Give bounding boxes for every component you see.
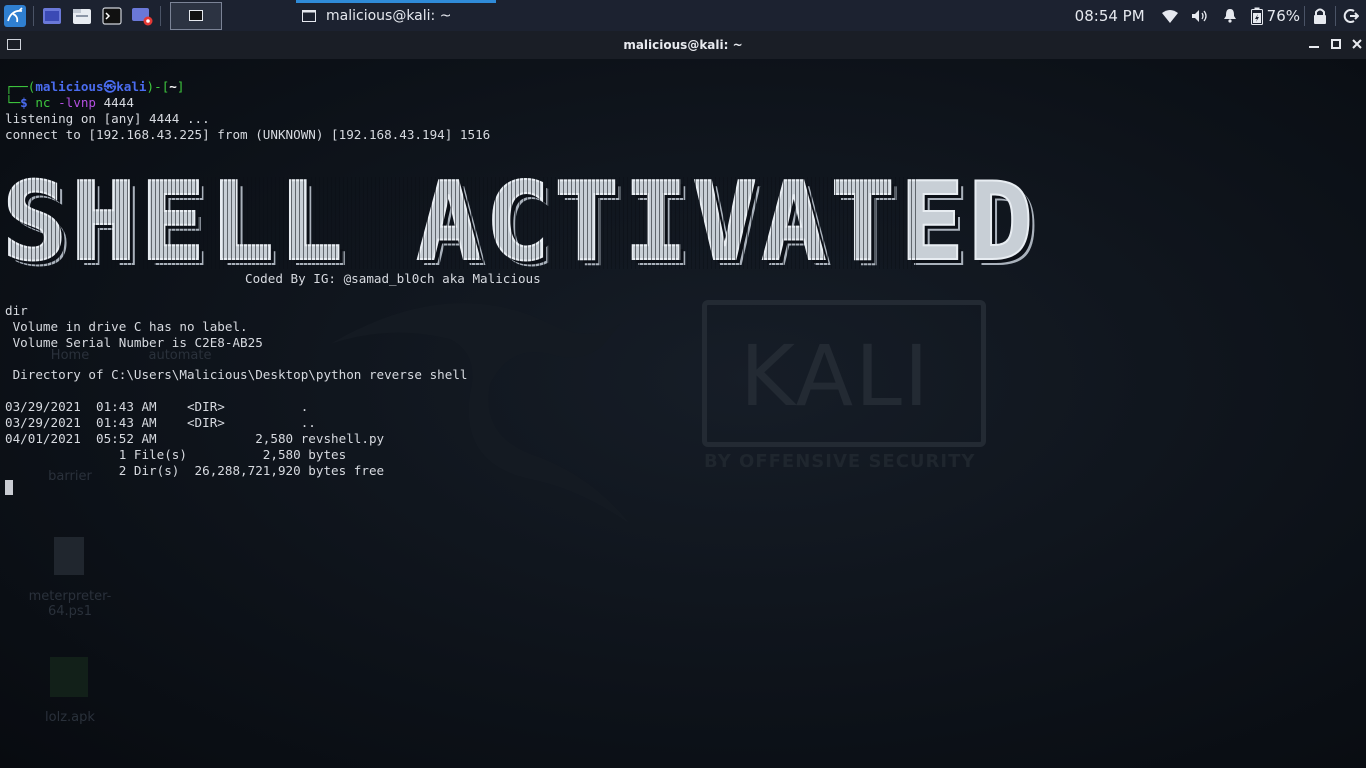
kali-dragon-icon — [4, 4, 26, 27]
output-line: dir — [5, 303, 28, 318]
notifications-indicator[interactable] — [1215, 0, 1245, 31]
kali-wallpaper-brand: KALI — [740, 327, 931, 425]
workspace-switcher[interactable] — [170, 1, 222, 30]
prompt-dir: ~ — [169, 79, 177, 94]
speaker-icon — [1191, 9, 1207, 22]
taskbar-item-label: malicious@kali: ~ — [326, 7, 452, 24]
prompt-open: ┌──( — [5, 79, 36, 94]
panel-separator — [33, 5, 34, 26]
prompt-close: )-[ — [146, 79, 170, 94]
prompt-end: ] — [176, 79, 185, 94]
wifi-icon — [1161, 9, 1178, 23]
close-icon — [1352, 39, 1362, 49]
ascii-banner: SHELL ACTIVATED — [1, 160, 1038, 285]
terminal-window-icon — [302, 9, 316, 22]
output-line: Volume Serial Number is C2E8-AB25 — [5, 335, 263, 350]
taskbar-item-terminal[interactable]: malicious@kali: ~ — [296, 0, 496, 31]
desktop-file-icon — [54, 537, 84, 575]
file-manager-button[interactable] — [67, 0, 97, 31]
command-name: nc — [35, 95, 51, 110]
screen-recorder-button[interactable] — [127, 0, 157, 31]
desktop-icon — [43, 7, 61, 24]
command-flags: -lvnp — [50, 95, 97, 110]
minimize-button[interactable] — [1304, 35, 1324, 55]
output-line: Volume in drive C has no label. — [5, 319, 248, 334]
output-line: 03/29/2021 01:43 AM <DIR> .. — [5, 415, 316, 430]
desktop-apk-icon — [50, 657, 88, 697]
output-line: 1 File(s) 2,580 bytes — [5, 447, 347, 462]
show-desktop-button[interactable] — [37, 0, 67, 31]
terminal-output[interactable]: KALI BY OFFENSIVE SECURITY Home automate… — [0, 59, 1366, 768]
command-line: └─$ nc -lvnp 4444 — [5, 95, 134, 111]
terminal-cursor — [5, 480, 13, 495]
output-line: 04/01/2021 05:52 AM 2,580 revshell.py — [5, 431, 385, 446]
logout-icon — [1343, 8, 1359, 23]
battery-indicator[interactable]: 76% — [1245, 0, 1304, 31]
kali-dragon-watermark-icon — [330, 303, 630, 524]
output-line: connect to [192.168.43.225] from (UNKNOW… — [5, 127, 491, 142]
bell-icon — [1223, 9, 1236, 23]
logout-button[interactable] — [1336, 0, 1366, 31]
coded-by-line: Coded By IG: @samad_bl0ch aka Malicious — [245, 271, 541, 286]
prompt-host: kali — [116, 79, 147, 94]
top-panel: malicious@kali: ~ 08:54 PM 76% — [0, 0, 1366, 31]
output-line: 2 Dir(s) 26,288,721,920 bytes free — [5, 463, 385, 478]
panel-separator — [160, 5, 161, 26]
minimize-icon — [1309, 46, 1319, 48]
launcher-area — [0, 0, 222, 31]
window-title: malicious@kali: ~ — [623, 38, 743, 52]
lock-icon — [1314, 8, 1326, 24]
window-thumbnail-icon — [189, 10, 203, 21]
battery-percentage: 76% — [1266, 6, 1300, 25]
volume-indicator[interactable] — [1185, 0, 1215, 31]
output-line: listening on [any] 4444 ... — [5, 111, 210, 126]
maximize-icon — [1331, 39, 1341, 49]
active-task-indicator — [296, 0, 496, 3]
system-tray: 08:54 PM 76% — [1075, 0, 1366, 31]
folder-icon — [73, 8, 91, 24]
window-titlebar[interactable]: malicious@kali: ~ — [0, 31, 1366, 59]
terminal-icon — [102, 6, 122, 25]
maximize-button[interactable] — [1326, 35, 1346, 55]
output-line: Directory of C:\Users\Malicious\Desktop\… — [5, 367, 468, 382]
screen-recorder-icon — [132, 7, 153, 25]
output-line: 03/29/2021 01:43 AM <DIR> . — [5, 399, 309, 414]
battery-charging-icon — [1250, 7, 1263, 25]
desktop-icon-lolz-apk: lolz.apk — [45, 710, 95, 725]
clock[interactable]: 08:54 PM — [1075, 7, 1145, 25]
close-button[interactable] — [1347, 35, 1366, 55]
command-arg: 4444 — [96, 95, 134, 110]
terminal-launcher-button[interactable] — [97, 0, 127, 31]
prompt-dollar: $ — [20, 95, 36, 110]
prompt-at: ㉿ — [103, 79, 117, 94]
desktop-icon-meterpreter: meterpreter-64.ps1 — [28, 589, 112, 619]
prompt-user: malicious — [35, 79, 104, 94]
kali-wallpaper-tagline: BY OFFENSIVE SECURITY — [704, 451, 976, 472]
wifi-indicator[interactable] — [1155, 0, 1185, 31]
lock-screen-button[interactable] — [1305, 0, 1335, 31]
kali-menu-button[interactable] — [0, 0, 30, 31]
prompt-corner: └─ — [5, 95, 21, 110]
prompt-line: ┌──(malicious㉿kali)-[~] — [5, 79, 184, 95]
